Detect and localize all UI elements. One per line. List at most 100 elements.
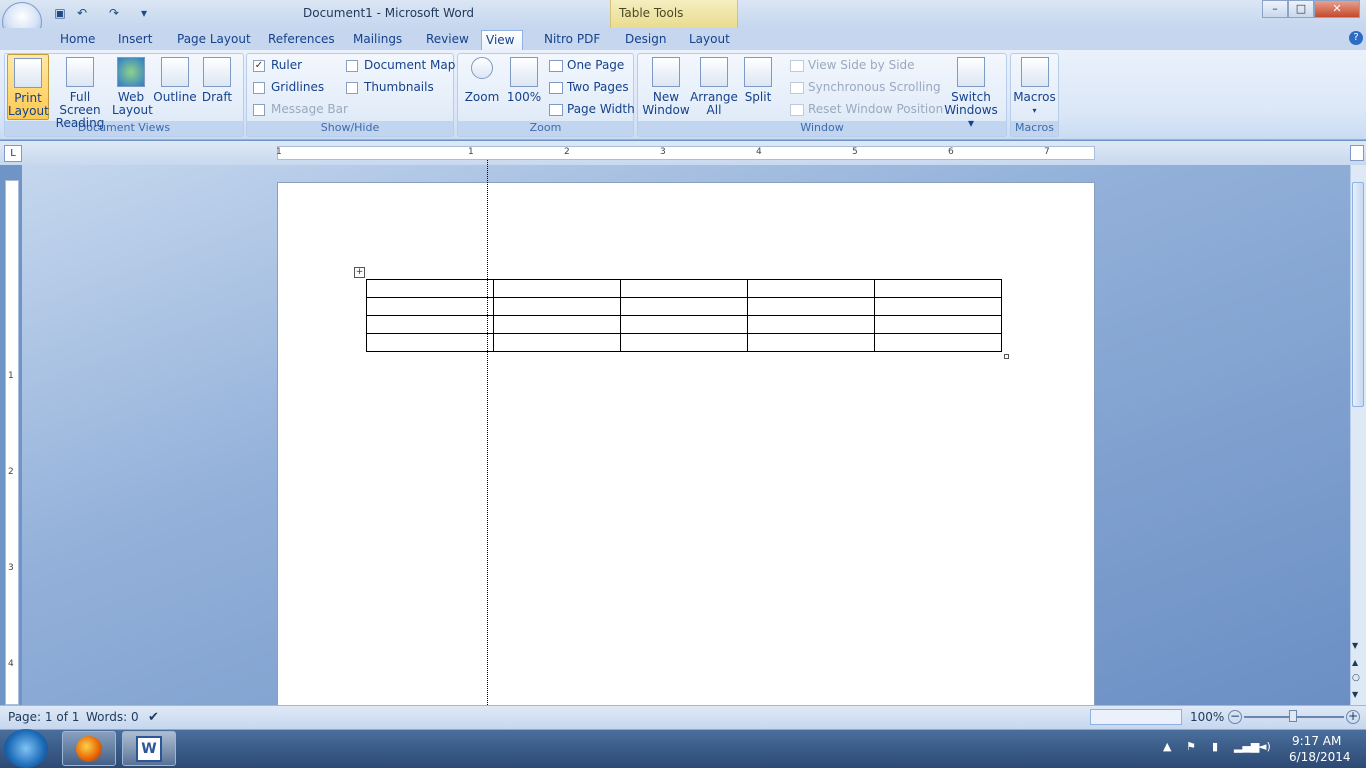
table-cell[interactable] — [620, 297, 748, 316]
label: Reset Window Position — [808, 102, 944, 116]
action-center-icon[interactable]: ⚑ — [1186, 740, 1196, 753]
tab-nitro-pdf[interactable]: Nitro PDF — [540, 30, 604, 50]
label: Macros — [1013, 90, 1056, 104]
tab-review[interactable]: Review — [422, 30, 473, 50]
table-cell[interactable] — [493, 297, 621, 316]
network-icon[interactable]: ▂▄▆ — [1234, 740, 1259, 753]
document-table[interactable] — [366, 279, 1002, 352]
label: Message Bar — [271, 102, 348, 116]
new-window-button[interactable]: New Window — [641, 57, 691, 117]
table-cell[interactable] — [747, 297, 875, 316]
customize-qat-icon[interactable]: ▾ — [136, 5, 152, 21]
table-cell[interactable] — [366, 315, 494, 334]
table-cell[interactable] — [493, 279, 621, 298]
label: Zoom — [464, 90, 500, 104]
outline-button[interactable]: Outline — [153, 57, 197, 104]
word-taskbar-button[interactable]: W — [122, 731, 176, 766]
table-cell[interactable] — [747, 333, 875, 352]
tab-insert[interactable]: Insert — [114, 30, 156, 50]
table-cell[interactable] — [747, 315, 875, 334]
help-icon[interactable]: ? — [1349, 31, 1363, 45]
document-map-checkbox[interactable]: Document Map — [346, 58, 455, 72]
tab-view[interactable]: View — [481, 30, 523, 50]
page-width-button[interactable]: Page Width — [549, 102, 635, 116]
view-shortcuts[interactable] — [1090, 709, 1182, 725]
zoom-100-button[interactable]: 100% — [506, 57, 542, 104]
tab-selector-icon[interactable]: L — [4, 145, 22, 162]
zoom-slider-thumb[interactable] — [1289, 710, 1297, 722]
table-cell[interactable] — [874, 279, 1002, 298]
ruler-number: 4 — [8, 659, 14, 669]
save-icon[interactable]: ▣ — [52, 5, 68, 21]
table-cell[interactable] — [620, 279, 748, 298]
scroll-down-arrow-icon[interactable]: ▼ — [1352, 641, 1358, 650]
redo-icon[interactable]: ↷ — [106, 5, 122, 21]
two-pages-button[interactable]: Two Pages — [549, 80, 629, 94]
zoom-out-icon[interactable]: − — [1228, 710, 1242, 724]
web-layout-icon — [117, 57, 145, 87]
page-count[interactable]: Page: 1 of 1 — [8, 710, 79, 724]
show-hidden-icons-icon[interactable]: ▲ — [1163, 740, 1171, 753]
undo-icon[interactable]: ↶ — [74, 5, 90, 21]
split-button[interactable]: Split — [740, 57, 776, 104]
arrange-all-button[interactable]: Arrange All — [690, 57, 738, 117]
vertical-ruler[interactable]: 1 2 3 4 — [5, 180, 19, 705]
table-cell[interactable] — [366, 333, 494, 352]
previous-page-icon[interactable]: ▲ — [1352, 658, 1358, 667]
table-move-handle-icon[interactable]: + — [354, 267, 365, 278]
gridlines-checkbox[interactable]: Gridlines — [253, 80, 324, 94]
ruler-number: 2 — [8, 467, 14, 477]
zoom-button[interactable]: Zoom — [463, 57, 501, 104]
ruler-checkbox[interactable]: ✓ Ruler — [253, 58, 302, 72]
select-browse-object-icon[interactable]: ○ — [1352, 673, 1360, 683]
draft-button[interactable]: Draft — [200, 57, 234, 104]
table-cell[interactable] — [366, 297, 494, 316]
clock-time[interactable]: 9:17 AM — [1292, 734, 1341, 748]
switch-windows-button[interactable]: Switch Windows ▾ — [940, 57, 1002, 130]
table-cell[interactable] — [874, 315, 1002, 334]
clock-date[interactable]: 6/18/2014 — [1289, 750, 1351, 764]
maximize-button[interactable]: □ — [1288, 0, 1314, 18]
full-screen-reading-button[interactable]: Full Screen Reading — [50, 57, 110, 130]
label: Layout — [112, 103, 153, 117]
table-cell[interactable] — [874, 333, 1002, 352]
battery-icon[interactable]: ▮ — [1212, 740, 1218, 753]
close-button[interactable]: ✕ — [1314, 0, 1360, 18]
two-pages-icon — [549, 81, 563, 94]
print-layout-button[interactable]: Print Layout — [7, 54, 49, 120]
horizontal-ruler[interactable]: 1 1 2 3 4 5 6 7 — [276, 146, 1095, 160]
zoom-level[interactable]: 100% — [1190, 710, 1224, 724]
table-cell[interactable] — [620, 333, 748, 352]
tab-layout[interactable]: Layout — [685, 30, 734, 50]
label: Window — [642, 103, 690, 117]
table-cell[interactable] — [493, 315, 621, 334]
proofing-icon[interactable]: ✔ — [148, 710, 159, 725]
tab-page-layout[interactable]: Page Layout — [173, 30, 255, 50]
web-layout-button[interactable]: Web Layout — [112, 57, 153, 117]
thumbnails-checkbox[interactable]: Thumbnails — [346, 80, 434, 94]
one-page-button[interactable]: One Page — [549, 58, 624, 72]
view-side-by-side-button: View Side by Side — [790, 58, 915, 72]
start-button[interactable] — [4, 729, 48, 768]
document-page[interactable] — [277, 182, 1095, 712]
view-ruler-icon[interactable] — [1350, 145, 1364, 161]
tab-home[interactable]: Home — [56, 30, 99, 50]
volume-icon[interactable]: ◄) — [1258, 740, 1271, 753]
label: Document Map — [364, 58, 456, 72]
firefox-taskbar-button[interactable] — [62, 731, 116, 766]
word-count[interactable]: Words: 0 — [86, 710, 139, 724]
macros-button[interactable]: Macros ▾ — [1013, 57, 1056, 117]
table-cell[interactable] — [366, 279, 494, 298]
table-cell[interactable] — [747, 279, 875, 298]
table-cell[interactable] — [493, 333, 621, 352]
tab-references[interactable]: References — [264, 30, 339, 50]
tab-mailings[interactable]: Mailings — [349, 30, 406, 50]
table-cell[interactable] — [874, 297, 1002, 316]
table-resize-handle-icon[interactable] — [1004, 354, 1009, 359]
tab-design[interactable]: Design — [621, 30, 670, 50]
zoom-in-icon[interactable]: + — [1346, 710, 1360, 724]
minimize-button[interactable]: – — [1262, 0, 1288, 18]
table-cell[interactable] — [620, 315, 748, 334]
next-page-icon[interactable]: ▼ — [1352, 690, 1358, 699]
scrollbar-thumb[interactable] — [1352, 182, 1364, 407]
